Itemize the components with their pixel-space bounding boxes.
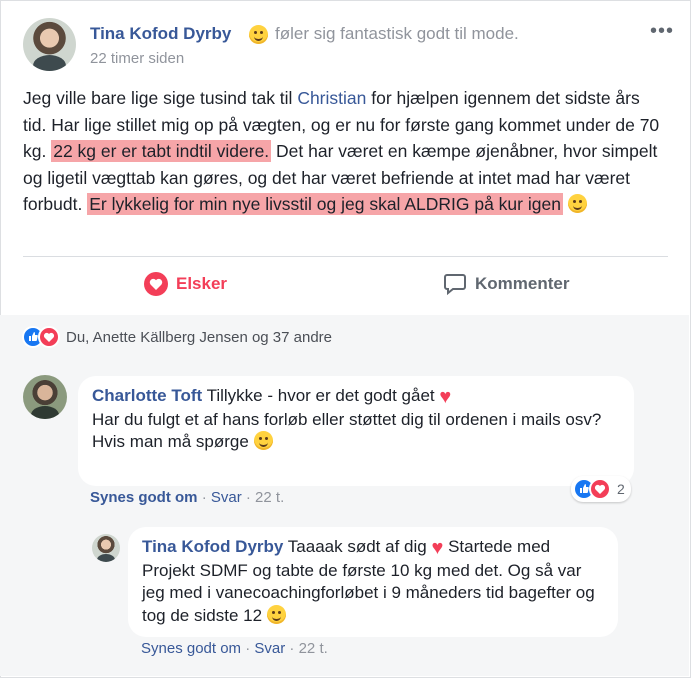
reply-reply-link[interactable]: Svar (254, 640, 285, 657)
separator: · (201, 489, 207, 506)
love-icon (144, 272, 168, 296)
comment-like-link[interactable]: Synes godt om (90, 489, 198, 506)
comment-button[interactable]: Kommenter (443, 272, 569, 296)
comment-icon (444, 274, 466, 296)
reply-avatar[interactable] (92, 534, 120, 562)
post-text-part1: Jeg ville bare lige sige tusind tak til (23, 88, 298, 108)
post-body: Jeg ville bare lige sige tusind tak til … (23, 85, 663, 218)
feeling-text: føler sig fantastisk godt til mode. (275, 24, 519, 43)
comment-text-line2: Har du fulgt et af hans forløb eller stø… (92, 409, 602, 429)
comment-meta: Synes godt om · Svar · 22 t. (90, 489, 284, 506)
laughing-emoji-icon (249, 25, 268, 44)
comment-text-line1: Tillykke - hvor er det godt gået (206, 386, 435, 405)
reply-time[interactable]: 22 t. (299, 640, 328, 657)
comment-author[interactable]: Charlotte Toft (92, 386, 202, 405)
separator: · (289, 640, 295, 657)
reply-text-line1: Taaaak sødt af dig (287, 537, 427, 556)
love-button[interactable]: Elsker (144, 272, 227, 296)
love-reaction-icon (589, 478, 611, 500)
reactions-summary-text: Du, Anette Källberg Jensen og 37 andre (66, 328, 333, 346)
more-options-icon[interactable]: ••• (650, 20, 674, 43)
post-timestamp[interactable]: 22 timer siden (90, 50, 184, 67)
heart-emoji-icon: ♥ (439, 386, 452, 408)
reply-author[interactable]: Tina Kofod Dyrby (142, 537, 283, 556)
highlighted-text-1: 22 kg er er tabt indtil videre. (51, 140, 272, 162)
smile-emoji-icon (253, 431, 273, 450)
separator: · (245, 489, 251, 506)
comment-button-label: Kommenter (475, 274, 570, 293)
comment-reactions[interactable]: 2 (571, 476, 631, 502)
comment-text-line3: Hvis man må spørge (92, 432, 249, 451)
comment-bubble: Charlotte Toft Tillykke - hvor er det go… (78, 376, 634, 486)
heart-emoji-icon: ♥ (431, 537, 444, 559)
comment-reply-link[interactable]: Svar (211, 489, 242, 506)
love-reaction-icon (38, 326, 60, 348)
comment-reaction-count: 2 (617, 481, 625, 497)
smile-emoji-icon (266, 604, 286, 624)
highlighted-text-2: Er lykkelig for min nye livsstil og jeg … (87, 193, 563, 215)
separator: · (245, 640, 251, 657)
smile-emoji-icon (567, 194, 587, 213)
commenter-avatar[interactable] (23, 375, 67, 419)
author-avatar[interactable] (23, 18, 76, 71)
reply-bubble: Tina Kofod Dyrby Taaaak sødt af dig ♥ St… (128, 527, 618, 637)
actions-divider (23, 256, 668, 257)
post-author-name[interactable]: Tina Kofod Dyrby (90, 24, 231, 44)
reactions-summary[interactable]: Du, Anette Källberg Jensen og 37 andre (22, 326, 332, 348)
comment-time[interactable]: 22 t. (255, 489, 284, 506)
reply-like-link[interactable]: Synes godt om (141, 640, 241, 657)
mention-link[interactable]: Christian (297, 88, 366, 108)
love-button-label: Elsker (176, 274, 228, 293)
reply-meta: Synes godt om · Svar · 22 t. (141, 640, 328, 657)
